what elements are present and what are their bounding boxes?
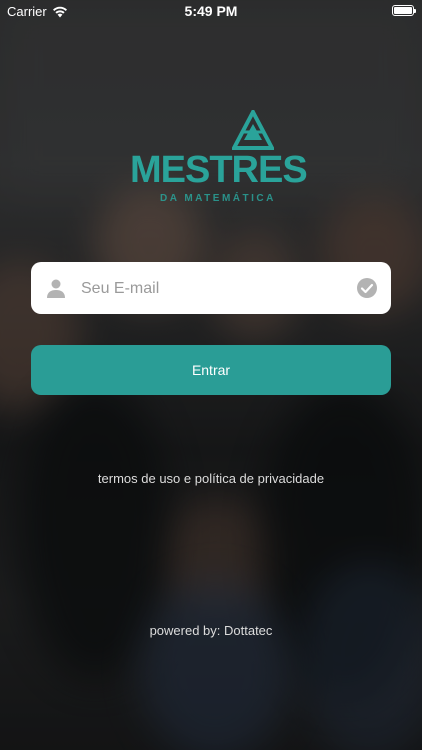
powered-by-label: powered by: Dottatec	[149, 623, 273, 638]
status-bar: Carrier 5:49 PM	[0, 0, 422, 22]
email-input[interactable]	[79, 262, 353, 316]
status-time: 5:49 PM	[184, 3, 238, 19]
triangle-logo-icon	[232, 110, 274, 150]
email-field[interactable]	[31, 262, 391, 316]
enter-button[interactable]: Entrar	[31, 345, 391, 395]
logo-subtitle: DA MATEMÁTICA	[160, 193, 276, 204]
logo-title: MESTRES	[130, 149, 308, 191]
person-icon	[47, 279, 65, 298]
terms-link[interactable]: termos de uso e política de privacidade	[0, 471, 422, 486]
battery-icon	[392, 5, 416, 16]
checkmark-circle-icon	[357, 278, 377, 298]
brand-logo: MESTRES DA MATEMÁTICA	[130, 110, 308, 210]
